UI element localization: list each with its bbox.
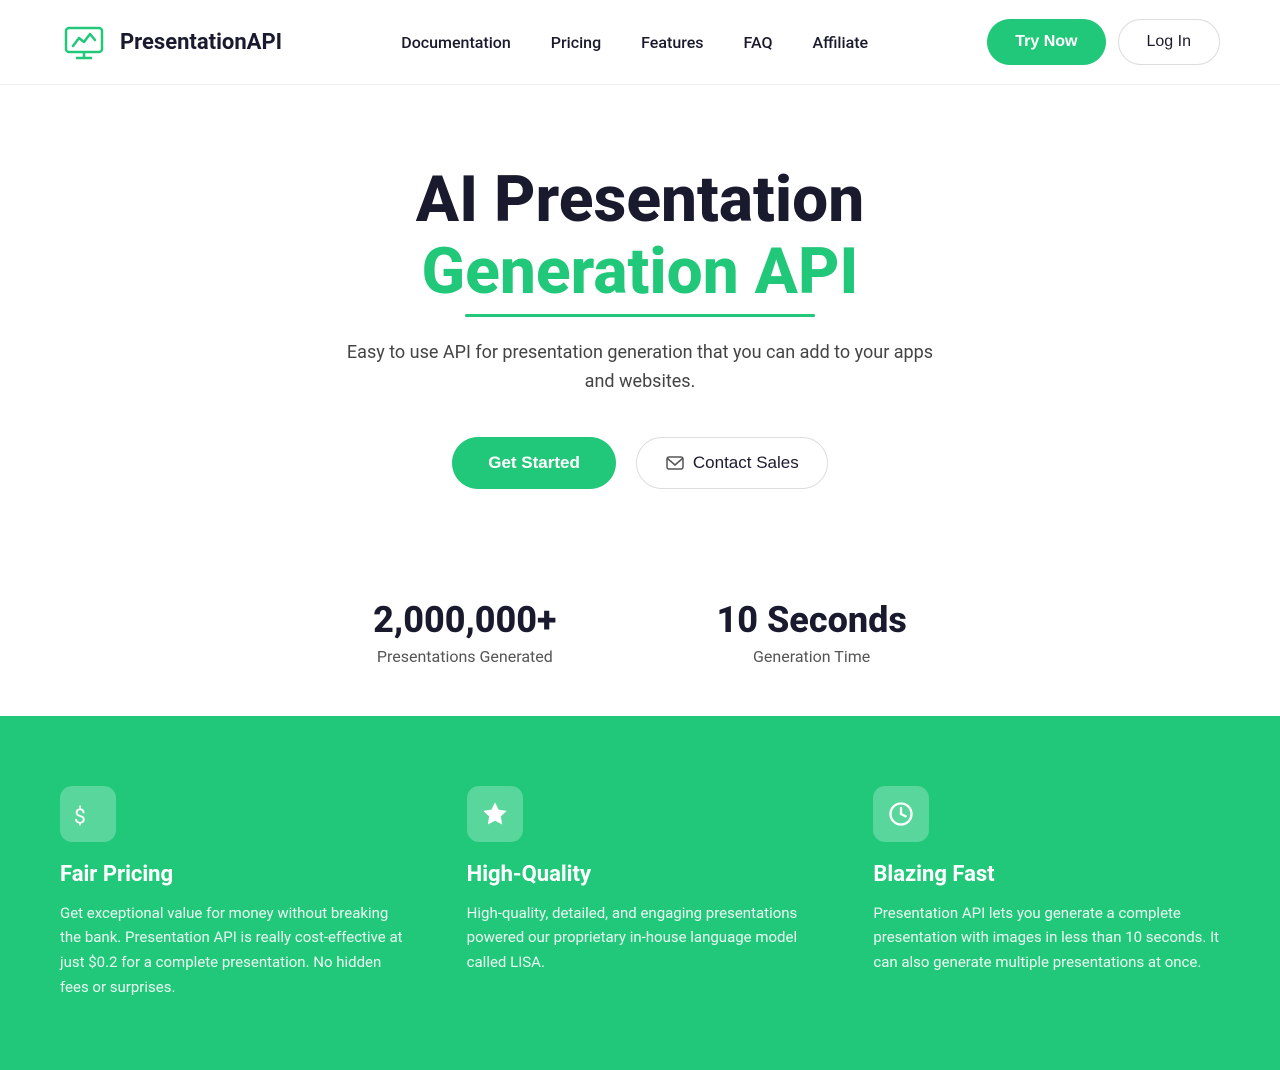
nav-pricing[interactable]: Pricing bbox=[551, 33, 601, 52]
try-now-button[interactable]: Try Now bbox=[987, 19, 1105, 65]
email-icon bbox=[665, 453, 685, 473]
stat-presentations-label: Presentations Generated bbox=[373, 647, 556, 666]
hero-title: AI Presentation Generation API bbox=[416, 165, 864, 309]
svg-text:$: $ bbox=[74, 805, 86, 828]
get-started-button[interactable]: Get Started bbox=[452, 437, 616, 489]
feature-speed-desc: Presentation API lets you generate a com… bbox=[873, 901, 1220, 975]
contact-sales-button[interactable]: Contact Sales bbox=[636, 437, 828, 489]
hero-subtitle: Easy to use API for presentation generat… bbox=[340, 339, 940, 397]
stat-time-number: 10 Seconds bbox=[716, 599, 906, 641]
dollar-icon: $ bbox=[74, 800, 102, 828]
pricing-icon-box: $ bbox=[60, 786, 116, 842]
feature-pricing: $ Fair Pricing Get exceptional value for… bbox=[60, 786, 407, 1000]
feature-pricing-desc: Get exceptional value for money without … bbox=[60, 901, 407, 1000]
speed-icon-box bbox=[873, 786, 929, 842]
login-button[interactable]: Log In bbox=[1118, 19, 1220, 65]
feature-quality-desc: High-quality, detailed, and engaging pre… bbox=[467, 901, 814, 975]
nav-faq[interactable]: FAQ bbox=[744, 33, 773, 52]
feature-quality: High-Quality High-quality, detailed, and… bbox=[467, 786, 814, 1000]
nav-links: Documentation Pricing Features FAQ Affil… bbox=[401, 33, 868, 52]
hero-section: AI Presentation Generation API Easy to u… bbox=[0, 85, 1280, 549]
logo-icon bbox=[60, 18, 108, 66]
feature-quality-title: High-Quality bbox=[467, 862, 814, 887]
logo[interactable]: PresentationAPI bbox=[60, 18, 282, 66]
quality-icon-box bbox=[467, 786, 523, 842]
navbar: PresentationAPI Documentation Pricing Fe… bbox=[0, 0, 1280, 85]
nav-features[interactable]: Features bbox=[641, 33, 703, 52]
clock-icon bbox=[887, 800, 915, 828]
stats-section: 2,000,000+ Presentations Generated 10 Se… bbox=[0, 549, 1280, 716]
stat-generation-time: 10 Seconds Generation Time bbox=[716, 599, 906, 666]
hero-title-green: Generation API bbox=[422, 235, 859, 309]
nav-affiliate[interactable]: Affiliate bbox=[812, 33, 868, 52]
feature-pricing-title: Fair Pricing bbox=[60, 862, 407, 887]
feature-speed-title: Blazing Fast bbox=[873, 862, 1220, 887]
star-icon bbox=[481, 800, 509, 828]
hero-title-black: AI Presentation bbox=[416, 162, 864, 237]
features-section: $ Fair Pricing Get exceptional value for… bbox=[0, 716, 1280, 1070]
stat-presentations: 2,000,000+ Presentations Generated bbox=[373, 599, 556, 666]
stat-presentations-number: 2,000,000+ bbox=[373, 599, 556, 641]
feature-speed: Blazing Fast Presentation API lets you g… bbox=[873, 786, 1220, 1000]
hero-buttons: Get Started Contact Sales bbox=[452, 437, 827, 489]
nav-actions: Try Now Log In bbox=[987, 19, 1220, 65]
logo-text: PresentationAPI bbox=[120, 30, 282, 55]
nav-documentation[interactable]: Documentation bbox=[401, 33, 511, 52]
stat-time-label: Generation Time bbox=[716, 647, 906, 666]
